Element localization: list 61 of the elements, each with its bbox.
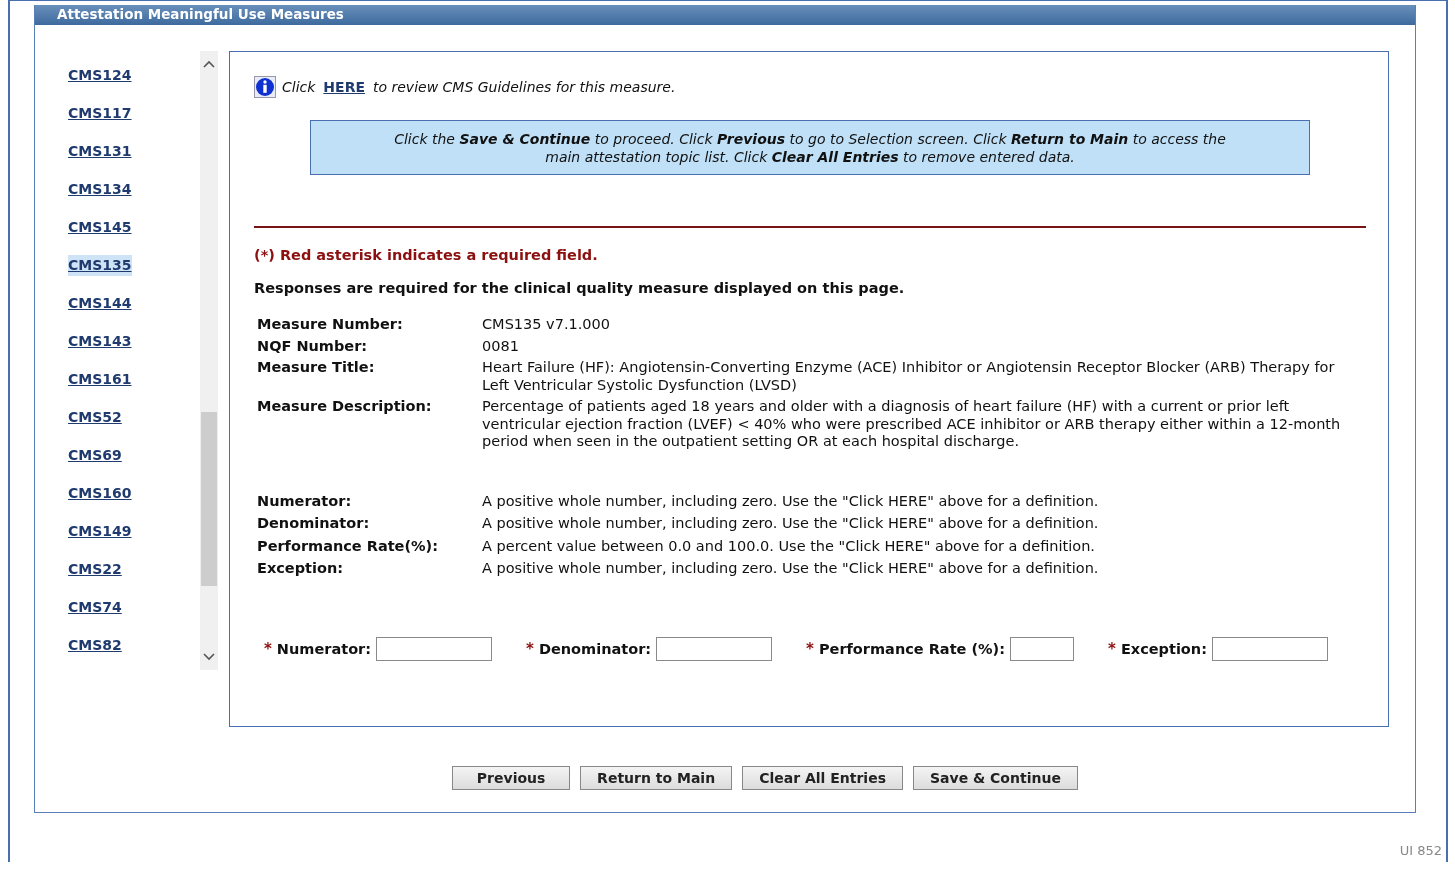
definition-value: A percent value between 0.0 and 100.0. Use the "Click HERE" above for a definition. — [482, 537, 1096, 555]
measure-link[interactable]: CMS135 — [68, 255, 132, 276]
definition-label: Denominator: — [257, 515, 371, 533]
action-button[interactable]: Return to Main — [580, 766, 733, 790]
measure-link[interactable]: CMS74 — [68, 597, 122, 618]
measure-link[interactable]: CMS131 — [68, 141, 132, 162]
scrollbar-thumb[interactable] — [201, 412, 217, 586]
input-field[interactable] — [1211, 636, 1328, 661]
scrollbar[interactable] — [200, 51, 218, 670]
measure-link[interactable]: CMS160 — [68, 483, 132, 504]
panel-title: Attestation Meaningful Use Measures — [35, 5, 1415, 25]
measure-link[interactable]: CMS149 — [68, 521, 132, 542]
detail-label: Measure Title: — [257, 359, 376, 377]
measure-link[interactable]: CMS69 — [68, 445, 122, 466]
action-button[interactable]: Previous — [452, 766, 571, 790]
guideline-text: to review CMS Guidelines for this measure. — [373, 79, 676, 95]
required-asterisk: * — [806, 639, 814, 658]
input-field[interactable] — [376, 636, 493, 661]
guideline-link[interactable]: HERE — [323, 79, 365, 95]
measure-link[interactable]: CMS52 — [68, 407, 122, 428]
definition-value: A positive whole number, including zero. Use the "Click HERE" above for a definition. — [482, 492, 1100, 510]
input-field[interactable] — [656, 636, 773, 661]
detail-value: CMS135 v7.1.000 — [482, 316, 612, 334]
field-label: Numerator: — [276, 640, 372, 657]
definition-label: Exception: — [257, 560, 345, 578]
measure-link[interactable]: CMS143 — [68, 331, 132, 352]
definition-value: A positive whole number, including zero. Use the "Click HERE" above for a definition. — [482, 560, 1100, 578]
detail-value: 0081 — [482, 337, 520, 355]
measure-link[interactable]: CMS82 — [68, 635, 122, 656]
required-asterisk: * — [526, 639, 534, 658]
definition-value: A positive whole number, including zero. Use the "Click HERE" above for a definition. — [482, 515, 1100, 533]
measure-link[interactable]: CMS134 — [68, 179, 132, 200]
measure-link[interactable]: CMS117 — [68, 103, 132, 124]
action-button[interactable]: Save & Continue — [913, 766, 1078, 790]
measure-link[interactable]: CMS161 — [68, 369, 132, 390]
measure-link[interactable]: CMS124 — [68, 65, 132, 86]
required-note: (*) Red asterisk indicates a required field. — [254, 247, 599, 263]
required-asterisk: * — [264, 639, 272, 658]
scroll-up-icon[interactable] — [202, 59, 216, 69]
scroll-down-icon[interactable] — [202, 652, 216, 662]
detail-value: Heart Failure (HF): Angiotensin-Converting Enzyme (ACE) Inhibitor or Angiotensin Receptor Blocker (ARB) Therapy for Left Ventricular Systolic Dysfunction (LVSD) — [482, 359, 1336, 394]
responses-note: Responses are required for the clinical quality measure displayed on this page. — [254, 280, 906, 296]
guideline-text: Click — [282, 79, 316, 95]
field-label: Denominator: — [538, 640, 652, 657]
input-field[interactable] — [1010, 636, 1075, 661]
measure-link[interactable]: CMS144 — [68, 293, 132, 314]
info-icon — [254, 76, 276, 98]
detail-label: NQF Number: — [257, 337, 369, 355]
detail-label: Measure Description: — [257, 398, 433, 416]
required-asterisk: * — [1108, 639, 1116, 658]
measure-link[interactable]: CMS22 — [68, 559, 122, 580]
field-label: Performance Rate (%): — [818, 640, 1006, 657]
definition-label: Performance Rate(%): — [257, 537, 440, 555]
definition-label: Numerator: — [257, 492, 353, 510]
detail-label: Measure Number: — [257, 316, 404, 334]
detail-value: Percentage of patients aged 18 years and older with a diagnosis of heart failure (HF) with a current or prior left ventricular ejection fraction (LVEF) < 40% who were prescribed ACE inhibitor or ARB therapy either within a 12-month period when seen in the outpatient setting OR at each hospital discharge. — [482, 398, 1342, 451]
action-button[interactable]: Clear All Entries — [742, 766, 903, 790]
measure-link[interactable]: CMS145 — [68, 217, 132, 238]
instructions-message: Click the Save & Continue to proceed. Click Previous to go to Selection screen. Click Return to Main to access the main attestation topic list. Click Clear All Entries to remove entered data. — [310, 120, 1310, 175]
field-label: Exception: — [1120, 640, 1207, 657]
screen-id: UI 852 — [1399, 843, 1442, 858]
